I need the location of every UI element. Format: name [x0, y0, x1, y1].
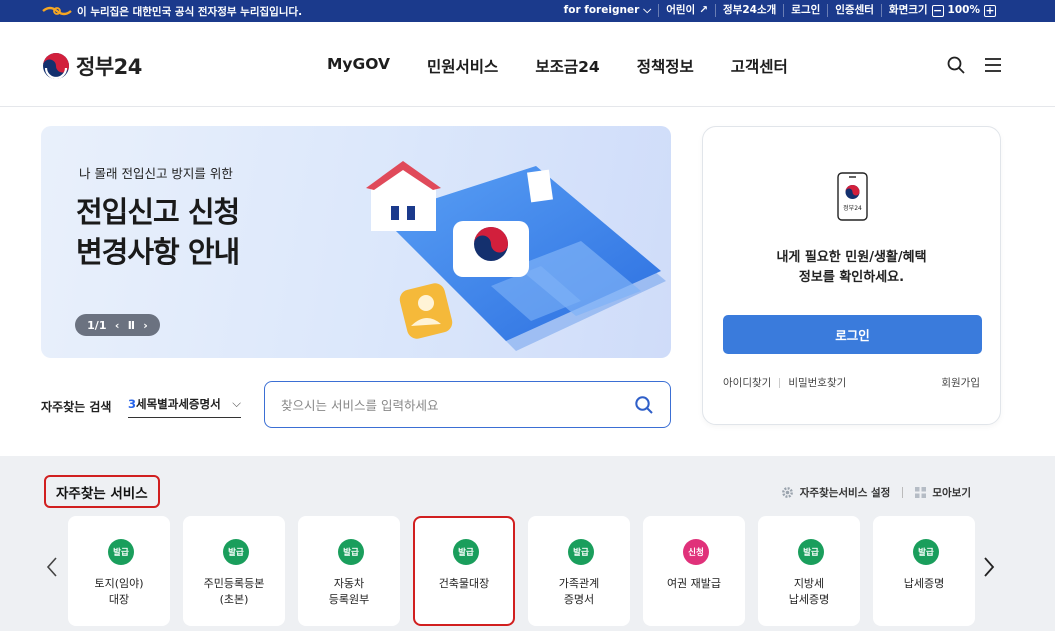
find-password-link[interactable]: 비밀번호찾기 [788, 375, 846, 390]
main-banner[interactable]: 나 몰래 전입신고 방지를 위한 전입신고 신청 변경사항 안내 1/1 ‹ Ⅱ… [41, 126, 671, 358]
banner-prev-button[interactable]: ‹ [115, 319, 120, 332]
account-links: 아이디찾기 비밀번호찾기 [723, 375, 846, 390]
service-settings-link[interactable]: 자주찾는서비스 설정 [800, 485, 891, 500]
nav-customer-center[interactable]: 고객센터 [731, 55, 788, 77]
site-logo[interactable]: 정부24 [42, 51, 142, 81]
banner-pager: 1/1 ‹ Ⅱ › [75, 314, 160, 336]
gear-icon [781, 487, 793, 498]
service-label: 자동차 등록원부 [328, 577, 370, 606]
service-card-list: 발급 토지(임야) 대장 발급 주민등록등본 (초본) 발급 자동차 등록원부 발급 건축물대… [68, 516, 975, 626]
nav-policy-info[interactable]: 정책정보 [637, 55, 694, 77]
cert-center-link[interactable]: 인증센터 [827, 4, 881, 17]
service-badge: 발급 [108, 539, 134, 565]
login-message: 내게 필요한 민원/생활/혜택 정보를 확인하세요. [703, 248, 1000, 288]
phone-label: 정부24 [843, 205, 862, 212]
login-card: 정부24 내게 필요한 민원/생활/혜택 정보를 확인하세요. 로그인 아이디찾… [702, 126, 1001, 425]
service-card-local-tax-certificate[interactable]: 발급지방세 납세증명 [758, 516, 860, 626]
chevron-down-icon: ⌵ [232, 396, 241, 410]
banner-headline-line1: 전입신고 신청 [76, 195, 240, 229]
frequent-services-tools: 자주찾는서비스 설정 모아보기 [781, 485, 971, 500]
grid-icon [915, 487, 927, 498]
frequent-search-select[interactable]: 3세목별과세증명서 ⌵ [128, 394, 241, 418]
banner-eyebrow: 나 몰래 전입신고 방지를 위한 [79, 166, 233, 181]
nav-subsidy24[interactable]: 보조금24 [535, 55, 599, 77]
service-label: 토지(임야) 대장 [94, 577, 144, 606]
taegeuk-logo-icon [43, 53, 69, 80]
banner-page-indicator: 1/1 [87, 318, 107, 332]
service-card-land-register[interactable]: 발급토지(임야) 대장 [68, 516, 170, 626]
service-badge: 발급 [453, 539, 479, 565]
frequent-search-label: 자주찾는 검색 [41, 400, 112, 414]
service-label: 주민등록등본 (초본) [203, 577, 265, 606]
site-header: 정부24 MyGOV 민원서비스 보조금24 정책정보 고객센터 [0, 22, 1055, 107]
top-login-link[interactable]: 로그인 [783, 4, 827, 17]
mobile-phone-icon: 정부24 [837, 172, 868, 221]
for-foreigner-menu[interactable]: for foreigner ⌵ [557, 4, 659, 17]
login-message-line2: 정보를 확인하세요. [798, 270, 905, 285]
service-badge: 발급 [798, 539, 824, 565]
frequent-search-term: 세목별과세증명서 [136, 396, 221, 411]
service-badge: 발급 [913, 539, 939, 565]
link-divider [779, 377, 781, 388]
search-icon[interactable] [946, 55, 966, 75]
banner-illustration [366, 161, 666, 351]
zoom-out-button[interactable]: − [931, 4, 944, 17]
zoom-label: 화면크기 [888, 4, 928, 16]
banner-pause-button[interactable]: Ⅱ [128, 319, 135, 332]
chevron-right-icon[interactable] [982, 556, 996, 578]
tools-divider [902, 487, 904, 498]
frequent-services-title: 자주찾는 서비스 [44, 475, 160, 508]
find-id-link[interactable]: 아이디찾기 [723, 375, 771, 390]
frequent-search-value: 3세목별과세증명서 [128, 396, 221, 412]
zoom-control: 화면크기 − 100% + [880, 4, 1003, 17]
banner-headline: 전입신고 신청 변경사항 안내 [76, 192, 240, 272]
service-card-passport-reissue[interactable]: 신청여권 재발급 [643, 516, 745, 626]
login-message-line1: 내게 필요한 민원/생활/혜택 [776, 250, 927, 265]
search-submit-icon[interactable] [634, 395, 654, 415]
service-label: 지방세 납세증명 [788, 577, 830, 606]
frequent-search-rank: 3 [128, 396, 137, 411]
service-label: 여권 재발급 [666, 577, 722, 590]
about-link[interactable]: 정부24소개 [715, 4, 783, 17]
view-all-link[interactable]: 모아보기 [932, 485, 971, 500]
service-label: 건축물대장 [438, 577, 490, 590]
external-link-icon: ↗ [699, 4, 709, 16]
kids-label: 어린이 [666, 4, 696, 16]
frequent-services-section: 자주찾는 서비스 자주찾는서비스 설정 모아보기 발급 토지(임야) 대장 발급 주민… [0, 456, 1055, 631]
service-badge: 발급 [338, 539, 364, 565]
nav-civil-service[interactable]: 민원서비스 [427, 55, 498, 77]
service-card-vehicle-register[interactable]: 발급자동차 등록원부 [298, 516, 400, 626]
logo-text: 정부24 [76, 55, 142, 79]
login-button[interactable]: 로그인 [723, 315, 982, 354]
chevron-down-icon: ⌵ [643, 4, 652, 16]
nav-mygov[interactable]: MyGOV [327, 55, 390, 77]
service-label: 가족관계 증명서 [558, 577, 600, 606]
gov-notice-bar: 이 누리집은 대한민국 공식 전자정부 누리집입니다. for foreigne… [0, 0, 1055, 22]
service-badge: 발급 [568, 539, 594, 565]
zoom-in-button[interactable]: + [984, 4, 996, 17]
service-search-box [264, 381, 671, 428]
gov-notice-text: 이 누리집은 대한민국 공식 전자정부 누리집입니다. [77, 6, 303, 18]
service-card-tax-payment-certificate[interactable]: 발급납세증명 [873, 516, 975, 626]
zoom-value: 100% [947, 4, 980, 16]
kids-link[interactable]: 어린이 ↗ [658, 4, 715, 17]
gov-mark-icon [42, 6, 72, 16]
for-foreigner-label: for foreigner [563, 4, 640, 16]
chevron-left-icon[interactable] [45, 556, 59, 578]
service-search-input[interactable] [281, 395, 621, 415]
main-nav: MyGOV 민원서비스 보조금24 정책정보 고객센터 [327, 55, 788, 77]
banner-headline-line2: 변경사항 안내 [76, 235, 240, 269]
service-badge: 신청 [683, 539, 709, 565]
service-card-family-relation[interactable]: 발급가족관계 증명서 [528, 516, 630, 626]
service-card-building-register[interactable]: 발급건축물대장 [413, 516, 515, 626]
service-badge: 발급 [223, 539, 249, 565]
hamburger-menu-icon[interactable] [983, 56, 1003, 74]
join-link[interactable]: 회원가입 [941, 375, 980, 390]
service-card-resident-registration[interactable]: 발급주민등록등본 (초본) [183, 516, 285, 626]
service-label: 납세증명 [903, 577, 945, 590]
banner-next-button[interactable]: › [143, 319, 148, 332]
